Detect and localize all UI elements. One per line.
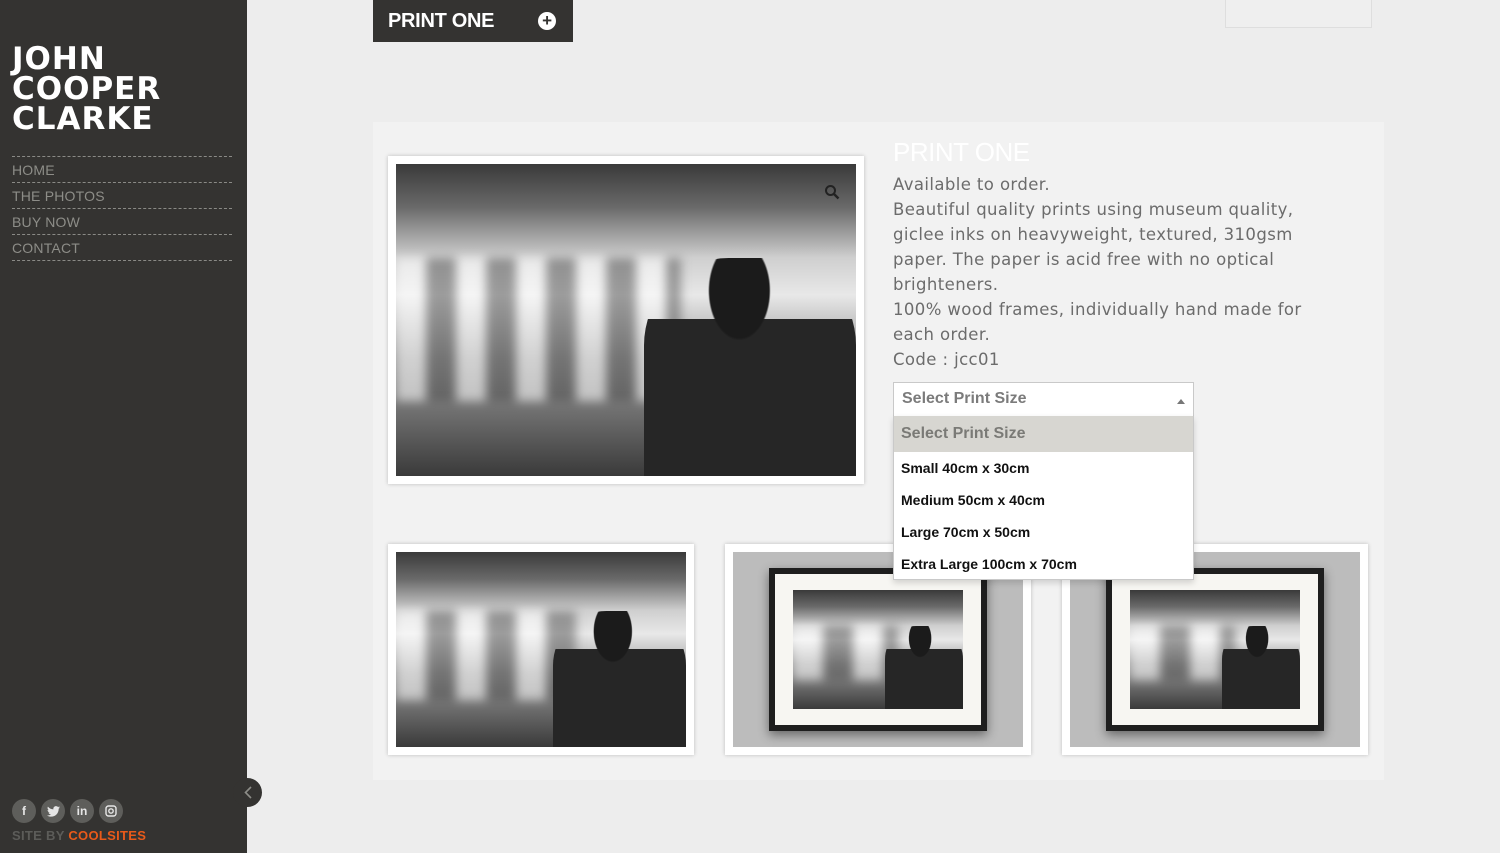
select-current-value: Select Print Size bbox=[902, 390, 1027, 407]
framed-image bbox=[793, 590, 963, 709]
picture-frame bbox=[1106, 568, 1324, 731]
twitter-icon[interactable] bbox=[41, 799, 65, 823]
description-code: Code : jcc01 bbox=[893, 350, 1000, 369]
description-availability: Available to order. bbox=[893, 175, 1051, 194]
framed-background bbox=[1070, 552, 1360, 747]
plus-circle-icon: + bbox=[538, 12, 556, 30]
print-size-select[interactable]: Select Print Size bbox=[893, 382, 1194, 417]
nav-link-buy-now[interactable]: BUY NOW bbox=[12, 209, 232, 235]
framed-background bbox=[733, 552, 1023, 747]
nav-link-photos[interactable]: THE PHOTOS bbox=[12, 183, 232, 209]
main-photo[interactable] bbox=[388, 156, 864, 484]
thumbnail-image bbox=[396, 552, 686, 747]
print-tab-button[interactable]: PRINT ONE + bbox=[373, 0, 573, 42]
picture-frame bbox=[769, 568, 987, 731]
print-tab-label: PRINT ONE bbox=[388, 9, 495, 32]
description-quality: Beautiful quality prints using museum qu… bbox=[893, 200, 1294, 294]
logo-line-2: COOPER bbox=[12, 71, 162, 107]
logo-line-3: CLARKE bbox=[12, 101, 154, 137]
sidebar: JOHN COOPER CLARKE HOME THE PHOTOS BUY N… bbox=[0, 0, 247, 853]
nav-item-buy-now: BUY NOW bbox=[12, 209, 232, 235]
credit-prefix: SITE BY bbox=[12, 828, 69, 843]
magnifier-icon[interactable] bbox=[824, 184, 840, 200]
product-title: PRINT ONE bbox=[893, 137, 1030, 167]
frame-mat bbox=[775, 574, 981, 725]
option-medium[interactable]: Medium 50cm x 40cm bbox=[894, 484, 1193, 516]
nav-item-home: HOME bbox=[12, 157, 232, 183]
nav-item-photos: THE PHOTOS bbox=[12, 183, 232, 209]
option-extra-large[interactable]: Extra Large 100cm x 70cm bbox=[894, 548, 1193, 580]
social-links: f in bbox=[12, 799, 123, 823]
photo-image bbox=[396, 164, 856, 476]
sidebar-collapse-button[interactable] bbox=[233, 778, 262, 807]
nav-item-contact: CONTACT bbox=[12, 235, 232, 261]
product-description: Available to order. Beautiful quality pr… bbox=[893, 172, 1323, 372]
logo-line-1: JOHN bbox=[12, 41, 106, 77]
caret-up-icon bbox=[1177, 399, 1185, 404]
description-frames: 100% wood frames, individually hand made… bbox=[893, 300, 1302, 344]
frame-mat bbox=[1112, 574, 1318, 725]
nav-link-contact[interactable]: CONTACT bbox=[12, 235, 232, 261]
site-logo[interactable]: JOHN COOPER CLARKE bbox=[12, 41, 162, 137]
credit-brand-link[interactable]: COOLSITES bbox=[68, 828, 146, 843]
linkedin-icon[interactable]: in bbox=[70, 799, 94, 823]
option-small[interactable]: Small 40cm x 30cm bbox=[894, 452, 1193, 484]
site-credit: SITE BY COOLSITES bbox=[12, 828, 146, 843]
nav-link-home[interactable]: HOME bbox=[12, 157, 232, 183]
print-size-dropdown: Select Print Size Small 40cm x 30cm Medi… bbox=[893, 416, 1194, 580]
chevron-left-icon bbox=[243, 786, 252, 799]
framed-image bbox=[1130, 590, 1300, 709]
instagram-icon[interactable] bbox=[99, 799, 123, 823]
thumbnail-print[interactable] bbox=[388, 544, 694, 755]
top-right-box bbox=[1225, 0, 1372, 28]
main-nav: HOME THE PHOTOS BUY NOW CONTACT bbox=[12, 156, 232, 261]
option-placeholder[interactable]: Select Print Size bbox=[894, 416, 1193, 452]
option-large[interactable]: Large 70cm x 50cm bbox=[894, 516, 1193, 548]
facebook-icon[interactable]: f bbox=[12, 799, 36, 823]
